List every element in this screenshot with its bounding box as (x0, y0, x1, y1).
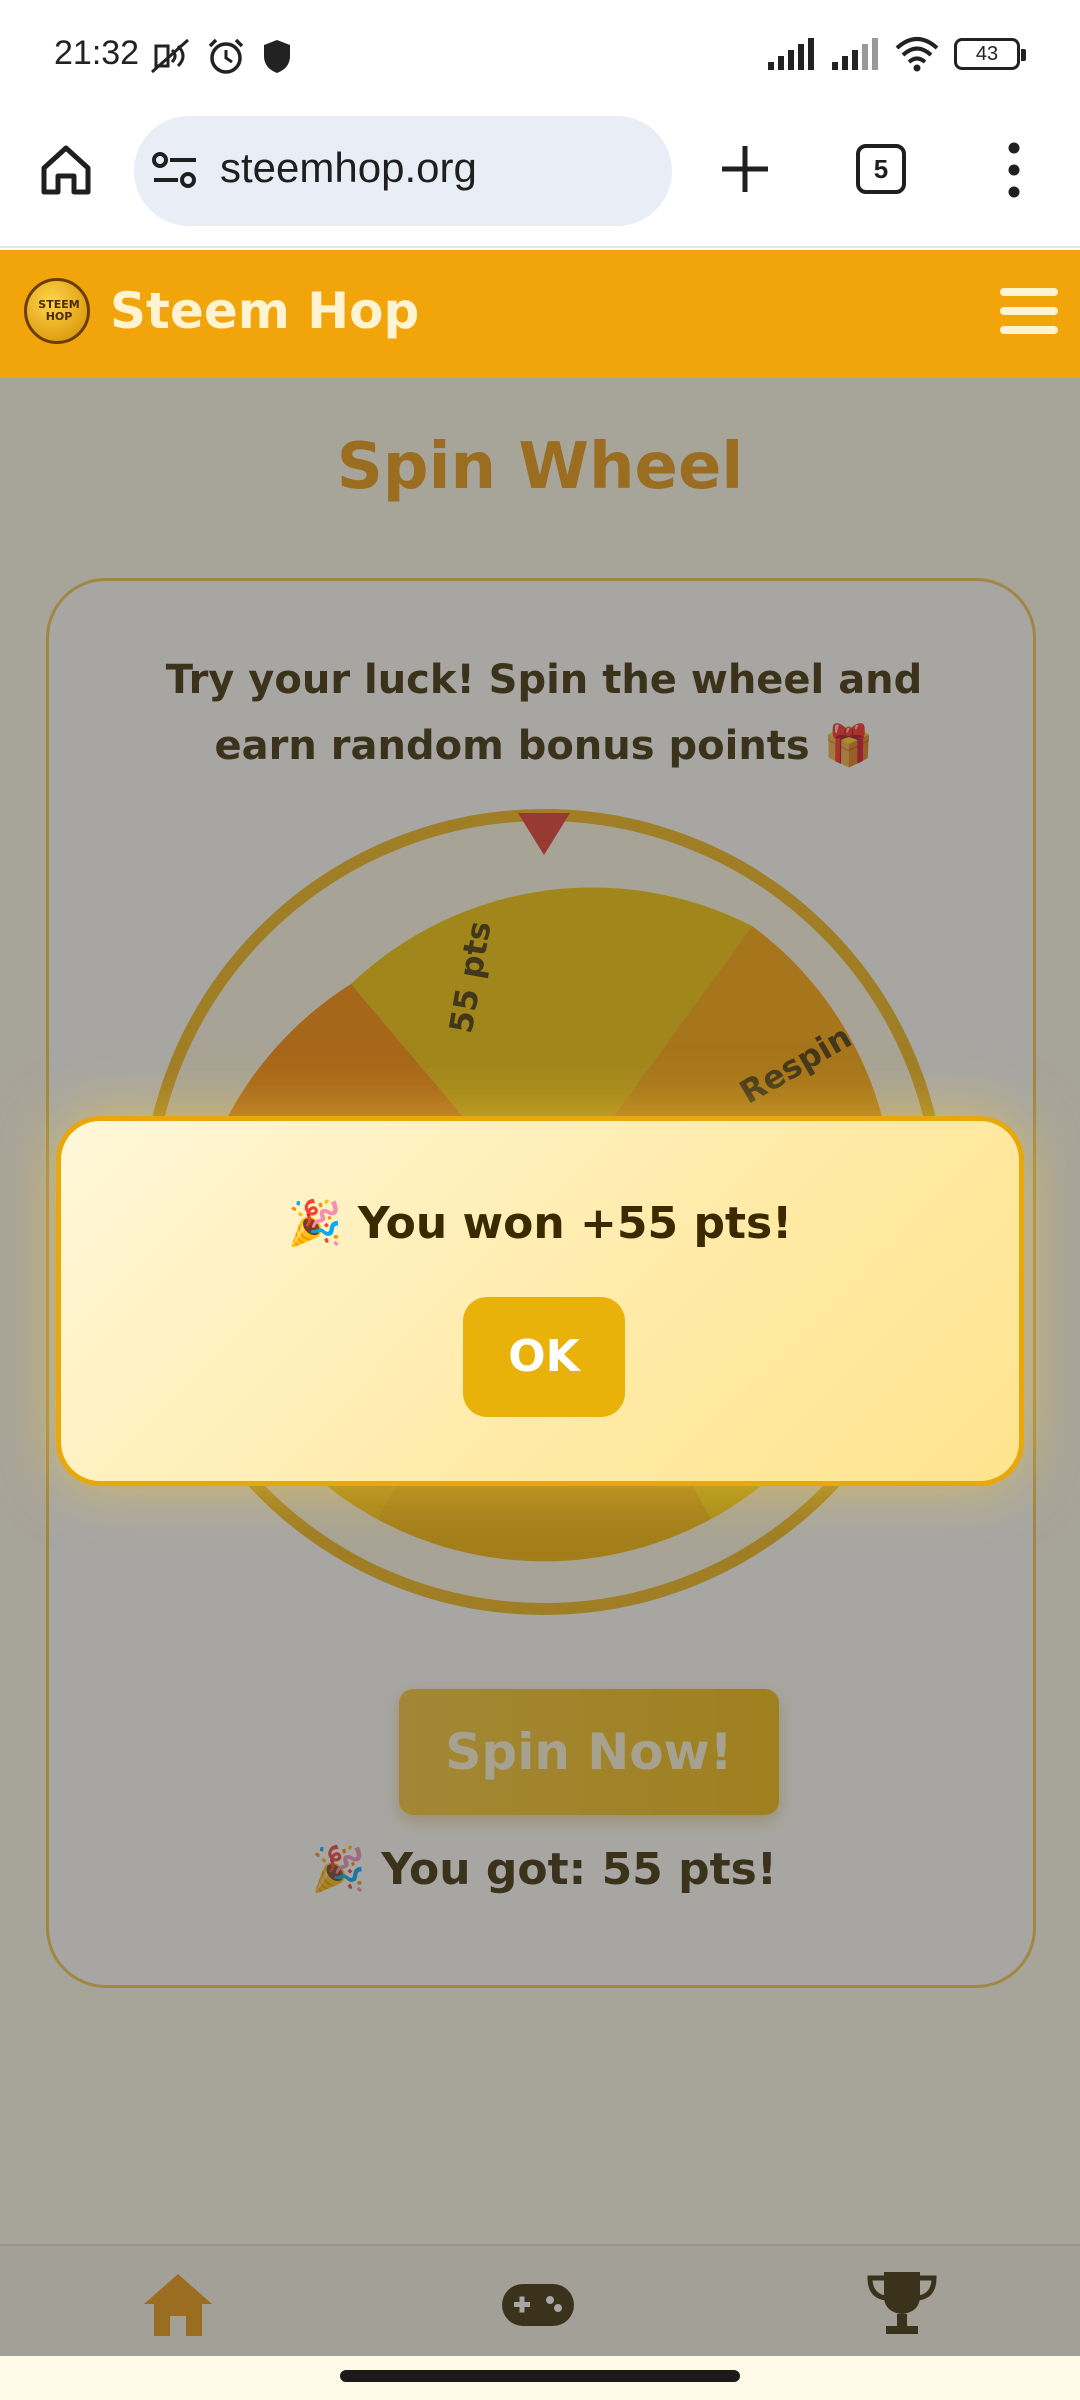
app-title[interactable]: Steem Hop (110, 282, 419, 340)
app-logo[interactable]: STEEM HOP (24, 278, 90, 344)
battery-indicator: 43 (954, 38, 1026, 70)
browser-menu-icon[interactable] (1000, 140, 1028, 200)
status-time: 21:32 (54, 34, 140, 72)
win-message: 🎉 You won +55 pts! (287, 1198, 793, 1249)
status-icons-right: 43 (766, 36, 1026, 72)
mute-vibrate-icon (151, 38, 189, 74)
signal-2-icon (832, 38, 878, 70)
new-tab-icon[interactable] (716, 140, 774, 198)
status-icons-left (148, 36, 294, 76)
gesture-handle[interactable] (340, 2370, 740, 2382)
browser-home-icon[interactable] (36, 140, 96, 200)
app-header: STEEM HOP Steem Hop (0, 250, 1080, 378)
status-bar: 21:32 43 (0, 0, 1080, 110)
ok-button[interactable]: OK (463, 1297, 625, 1417)
tab-switcher-button[interactable]: 5 (856, 144, 906, 194)
vpn-shield-icon (264, 40, 290, 73)
logo-text: STEEM HOP (38, 298, 80, 323)
alarm-icon (208, 38, 244, 74)
wifi-icon (895, 37, 939, 72)
url-text[interactable]: steemhop.org (220, 144, 477, 192)
hamburger-menu-icon[interactable] (1000, 288, 1058, 338)
signal-icon (768, 38, 814, 70)
site-settings-icon[interactable] (150, 150, 200, 190)
browser-toolbar: steemhop.org 5 (0, 110, 1080, 248)
win-dialog: 🎉 You won +55 pts! OK (56, 1116, 1024, 1486)
